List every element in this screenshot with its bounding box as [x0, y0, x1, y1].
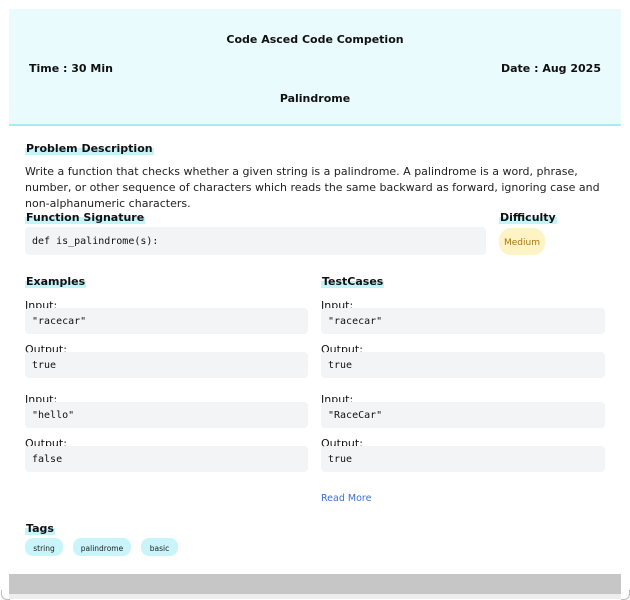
testcase-input: "racecar"	[321, 308, 605, 334]
example-output: false	[25, 446, 308, 472]
signature-heading: Function Signature	[25, 211, 146, 224]
tag-string[interactable]: string	[25, 538, 63, 556]
problem-page: Code Asced Code Competion Time : 30 Min …	[9, 9, 621, 599]
difficulty-heading: Difficulty	[499, 211, 557, 224]
problem-name: Palindrome	[279, 92, 351, 105]
description-heading: Problem Description	[25, 142, 154, 155]
read-more-link[interactable]: Read More	[321, 493, 371, 504]
examples-heading: Examples	[25, 275, 87, 288]
competition-date: Date : Aug 2025	[501, 62, 601, 75]
testcase-output: true	[321, 446, 605, 472]
testcase-output: true	[321, 352, 605, 378]
difficulty-badge: Medium	[499, 228, 545, 255]
signature-code: def is_palindrome(s):	[25, 227, 486, 255]
tag-palindrome[interactable]: palindrome	[73, 538, 131, 556]
header: Code Asced Code Competion Time : 30 Min …	[9, 9, 621, 126]
competition-title: Code Asced Code Competion	[226, 33, 404, 46]
time-limit: Time : 30 Min	[29, 62, 113, 75]
footer-strip	[9, 594, 621, 599]
example-input: "hello"	[25, 402, 308, 428]
tag-basic[interactable]: basic	[141, 538, 178, 556]
tags-heading: Tags	[25, 522, 55, 535]
example-output: true	[25, 352, 308, 378]
footer-bar	[9, 574, 621, 594]
example-input: "racecar"	[25, 308, 308, 334]
description-text: Write a function that checks whether a g…	[25, 165, 600, 210]
testcases-heading: TestCases	[321, 275, 385, 288]
testcase-input: "RaceCar"	[321, 402, 605, 428]
